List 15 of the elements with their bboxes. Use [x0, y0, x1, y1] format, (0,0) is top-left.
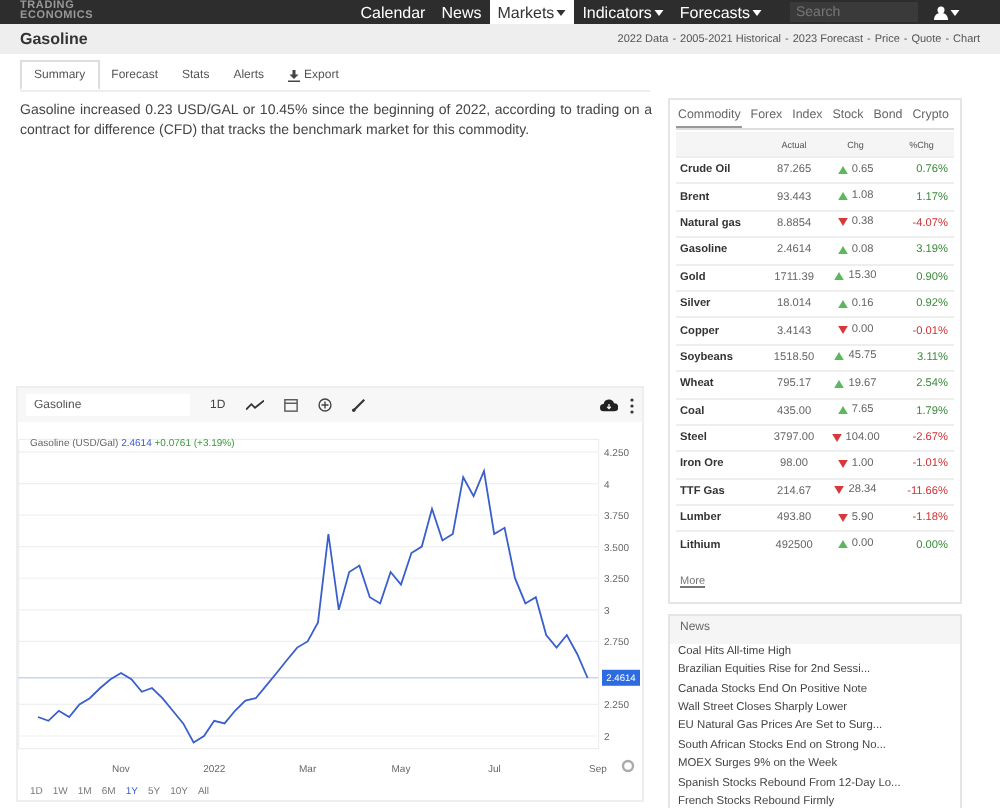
nav-item[interactable]: Markets [489, 0, 575, 24]
cloud-download-icon[interactable] [600, 398, 618, 412]
user-menu[interactable] [934, 5, 960, 19]
nav-item[interactable]: News [433, 0, 490, 24]
page-title: Gasoline [20, 30, 88, 48]
download-icon [288, 69, 301, 81]
calendar-icon[interactable] [283, 398, 298, 412]
nav-item[interactable]: Indicators [574, 0, 672, 24]
line-chart-icon[interactable] [245, 399, 264, 411]
nav-item[interactable]: Calendar [352, 0, 434, 24]
caret-icon [950, 9, 960, 15]
plus-circle-icon[interactable] [317, 398, 332, 412]
pen-icon[interactable] [351, 398, 366, 412]
nav-item[interactable]: Forecasts [671, 0, 770, 24]
user-icon [934, 5, 948, 19]
